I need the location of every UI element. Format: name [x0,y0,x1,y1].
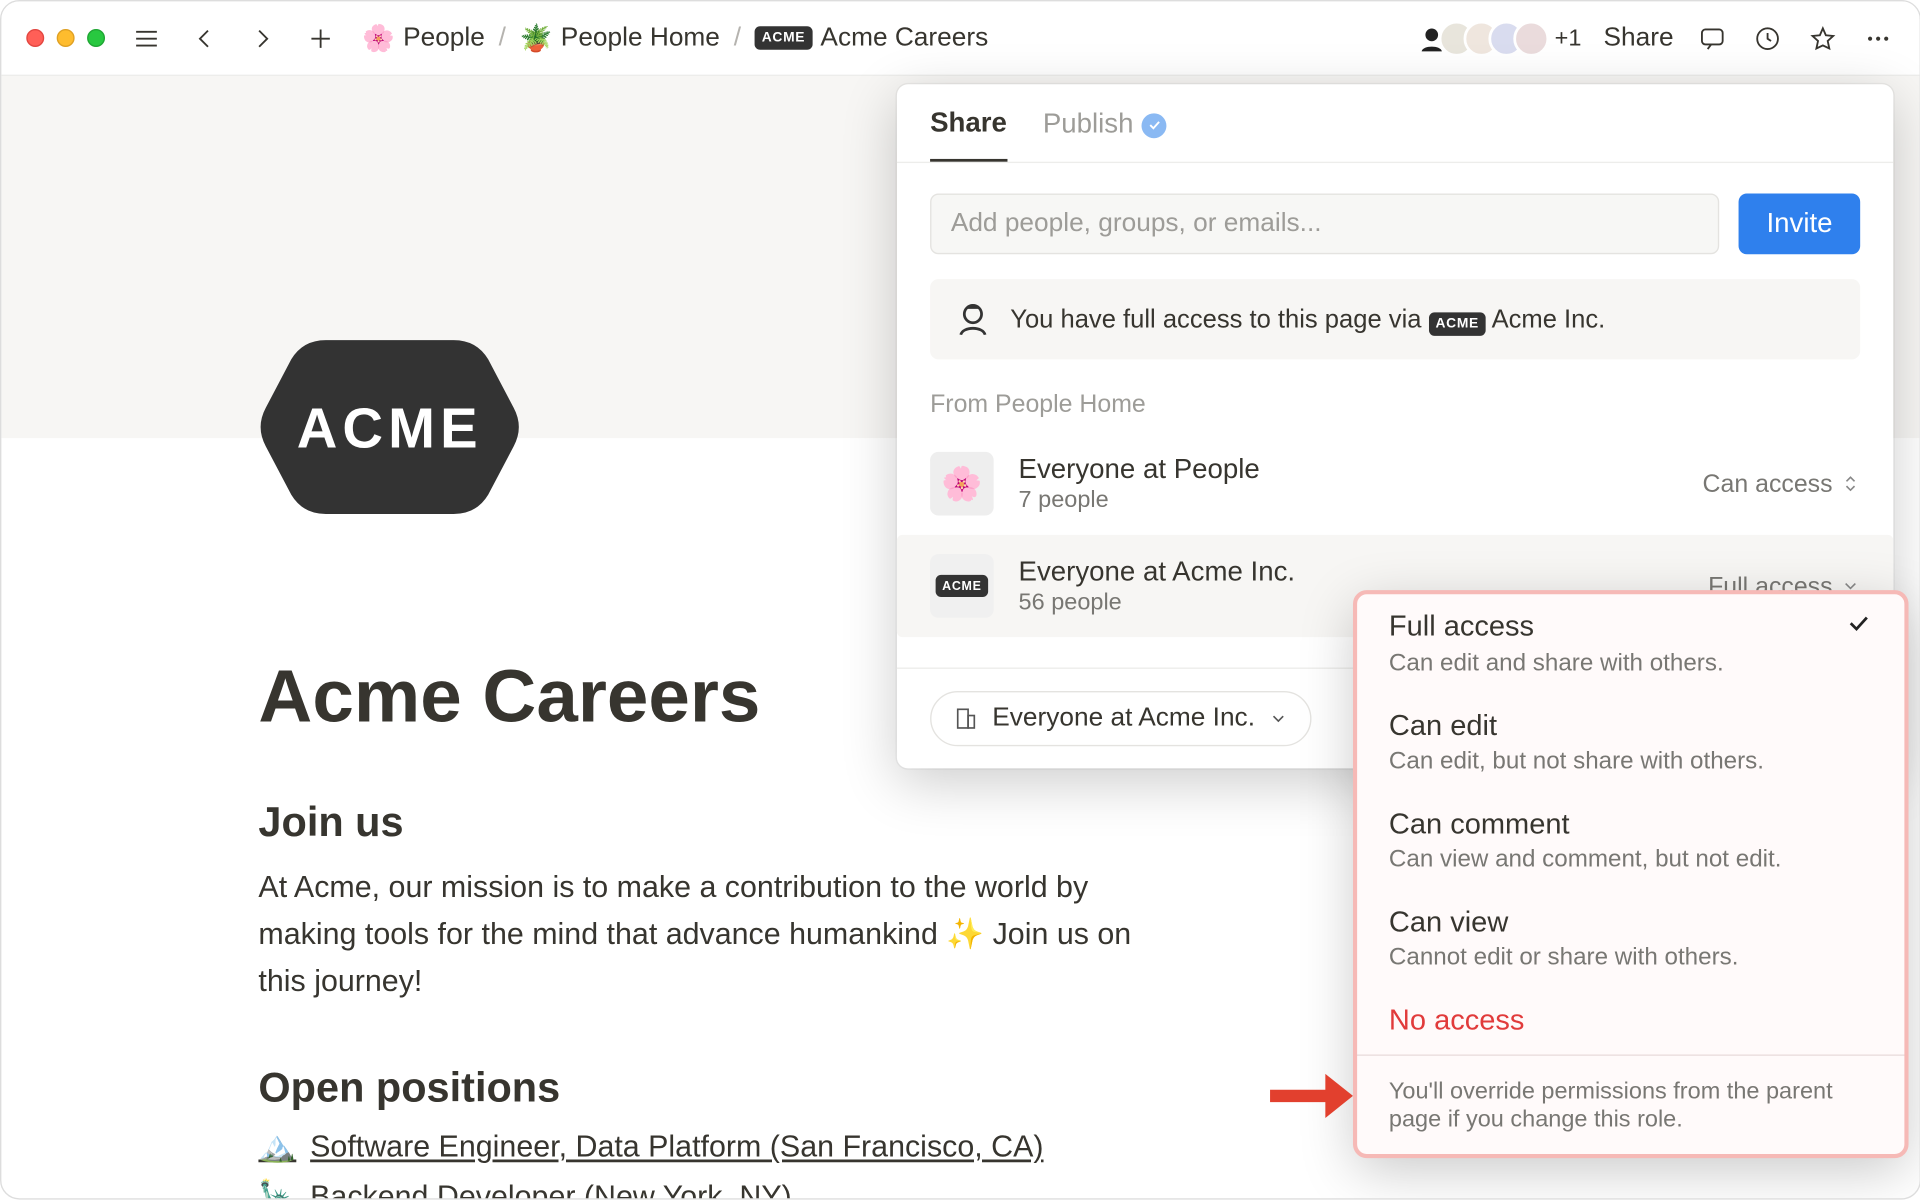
permission-level-select[interactable]: Can access [1703,469,1861,498]
mountain-icon: 🏔️ [258,1129,296,1165]
svg-text:ACME: ACME [297,396,483,459]
acme-badge-icon: ACME [930,554,994,618]
breadcrumb-item[interactable]: 🌸 People [362,21,485,54]
more-icon[interactable] [1862,21,1895,54]
annotation-arrow-icon [1267,1068,1355,1130]
share-button[interactable]: Share [1604,23,1674,53]
permission-subtext: 7 people [1019,486,1260,514]
option-title: Can comment [1389,808,1873,841]
option-desc: Cannot edit or share with others. [1389,943,1873,972]
share-search-input[interactable] [930,193,1719,254]
position-link[interactable]: 🗽 Backend Developer (New York, NY) [258,1179,1154,1199]
inherited-from-label: From People Home [930,390,1860,419]
breadcrumb: 🌸People / 🪴People Home / ACMEAcme Career… [362,21,988,54]
face-icon [952,299,993,340]
close-icon[interactable] [26,29,44,47]
permission-level-label: Can access [1703,469,1833,498]
option-desc: Can edit and share with others. [1389,648,1873,677]
avatar [1513,20,1549,56]
permission-option-comment[interactable]: Can comment Can view and comment, but no… [1356,792,1906,890]
invite-button[interactable]: Invite [1739,193,1860,254]
position-label: Backend Developer (New York, NY) [310,1179,792,1199]
breadcrumb-label: Acme Careers [820,23,988,53]
presence-avatars[interactable]: +1 [1425,20,1582,56]
building-icon [954,706,979,731]
permission-name: Everyone at Acme Inc. [1019,556,1296,588]
zoom-icon[interactable] [87,29,105,47]
breadcrumb-label: People [403,23,485,53]
back-icon[interactable] [188,21,221,54]
option-desc: Can view and comment, but not edit. [1389,844,1873,873]
permission-option-full[interactable]: Full access Can edit and share with othe… [1356,593,1906,694]
forward-icon[interactable] [246,21,279,54]
section-heading-join: Join us [258,800,1154,847]
override-warning: You'll override permissions from the par… [1356,1054,1906,1155]
tab-share[interactable]: Share [930,108,1007,162]
acme-badge-icon: ACME [1429,312,1486,335]
workspace-scope-pill[interactable]: Everyone at Acme Inc. [930,691,1312,746]
comments-icon[interactable] [1696,21,1729,54]
option-desc: Can edit, but not share with others. [1389,746,1873,775]
favorite-icon[interactable] [1806,21,1839,54]
permission-row: 🌸 Everyone at People 7 people Can access [930,433,1860,535]
intro-paragraph: At Acme, our mission is to make a contri… [258,864,1154,1005]
acme-badge-icon: ACME [755,26,812,49]
updates-icon[interactable] [1751,21,1784,54]
presence-overflow[interactable]: +1 [1555,24,1582,52]
breadcrumb-label: People Home [561,23,720,53]
breadcrumb-item[interactable]: 🪴 People Home [520,21,720,54]
page-icon[interactable]: ACME [258,325,521,530]
liberty-icon: 🗽 [258,1179,296,1199]
option-title: Full access [1389,611,1534,644]
permission-option-view[interactable]: Can view Cannot edit or share with other… [1356,890,1906,988]
workspace-scope-label: Everyone at Acme Inc. [992,703,1255,733]
option-title: Can edit [1389,710,1873,743]
window-titlebar: 🌸People / 🪴People Home / ACMEAcme Career… [1,1,1919,76]
popover-tabs: Share Publish [897,84,1893,163]
tab-publish-label: Publish [1043,109,1134,141]
flower-icon: 🌸 [362,21,395,54]
option-title: Can view [1389,907,1873,940]
chevron-down-icon [1269,709,1288,728]
position-label: Software Engineer, Data Platform (San Fr… [310,1129,1043,1165]
permission-option-edit[interactable]: Can edit Can edit, but not share with ot… [1356,694,1906,792]
window-controls [26,29,105,47]
new-page-icon[interactable] [304,21,337,54]
access-notice-text: You have full access to this page via AC… [1010,303,1605,335]
permission-option-noaccess[interactable]: No access [1356,988,1906,1054]
plant-icon: 🪴 [520,21,553,54]
menu-icon[interactable] [130,21,163,54]
access-notice: You have full access to this page via AC… [930,279,1860,359]
permission-subtext: 56 people [1019,588,1296,616]
tab-publish[interactable]: Publish [1043,108,1167,162]
published-check-icon [1142,113,1167,138]
permission-name: Everyone at People [1019,454,1260,486]
option-title: No access [1389,1005,1873,1038]
section-heading-positions: Open positions [258,1066,1154,1113]
updown-icon [1841,474,1860,493]
flower-icon: 🌸 [930,452,994,516]
position-link[interactable]: 🏔️ Software Engineer, Data Platform (San … [258,1129,1154,1165]
breadcrumb-item[interactable]: ACME Acme Careers [755,23,988,53]
minimize-icon[interactable] [57,29,75,47]
check-icon [1845,609,1873,645]
permission-dropdown: Full access Can edit and share with othe… [1356,593,1906,1155]
